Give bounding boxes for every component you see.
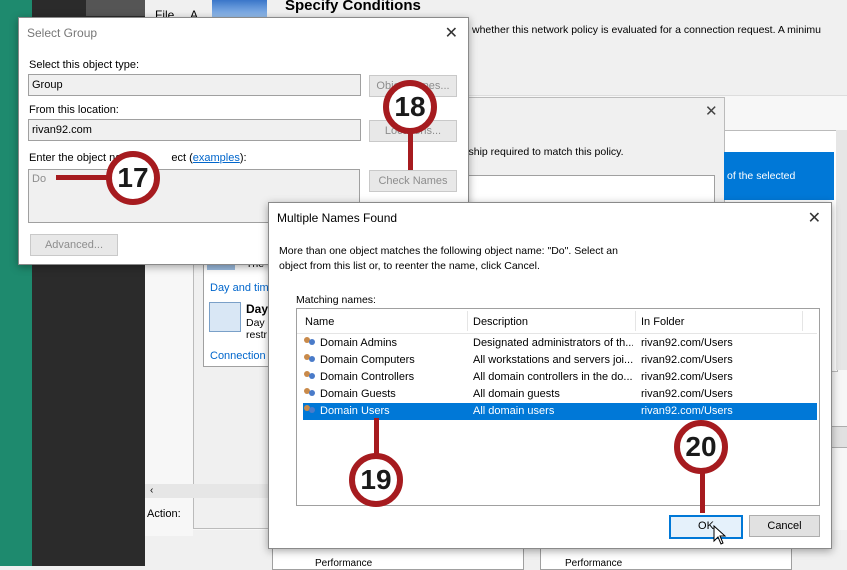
list-item-name-cell: Domain Users [303, 403, 469, 420]
bg-day-title: Day [246, 302, 269, 316]
enter-label-part-c: ): [239, 152, 247, 164]
object-type-label: Select this object type: [29, 59, 140, 71]
list-item-name: Domain Admins [320, 337, 398, 349]
bg-mid-text: rship required to match this policy. [465, 146, 624, 158]
list-item-name: Domain Users [320, 405, 390, 417]
callout-17-pointer [56, 175, 112, 180]
column-header-description[interactable]: Description [473, 316, 528, 328]
list-item-folder: rivan92.com/Users [641, 388, 733, 400]
examples-link[interactable]: examples [193, 152, 240, 164]
mouse-cursor-icon [713, 525, 727, 545]
group-icon [303, 354, 317, 366]
bg-bottom-text-b: Performance [565, 558, 623, 569]
list-item-folder: rivan92.com/Users [641, 337, 733, 349]
object-names-value: Do [32, 173, 47, 185]
list-item-name-cell: Domain Guests [303, 386, 469, 403]
bg-selected-text: of the selected [727, 170, 796, 182]
close-icon[interactable]: ✕ [445, 23, 458, 43]
object-type-field: Group [28, 74, 361, 96]
page-heading: Specify Conditions [285, 0, 421, 14]
bg-day-desc1: Day [246, 317, 265, 329]
list-item-name: Domain Guests [320, 388, 396, 400]
list-item[interactable]: Domain Controllers All domain controller… [303, 369, 817, 386]
enter-label-part-a: Enter the object na [29, 152, 122, 164]
list-item-description: Designated administrators of th... [473, 337, 633, 349]
list-item-name-cell: Domain Admins [303, 335, 469, 352]
list-item-folder: rivan92.com/Users [641, 354, 733, 366]
column-divider[interactable] [635, 311, 636, 331]
column-header-name[interactable]: Name [305, 316, 334, 328]
column-header-folder[interactable]: In Folder [641, 316, 684, 328]
check-names-button[interactable]: Check Names [369, 170, 457, 192]
group-icon [303, 405, 317, 417]
multiple-names-title: Multiple Names Found [277, 211, 398, 225]
bg-scroll-left-icon[interactable]: ‹ [150, 485, 153, 496]
list-item-selected[interactable]: Domain Users All domain users rivan92.co… [303, 403, 817, 420]
bg-scrollbar[interactable] [836, 130, 847, 370]
list-item-description: All domain controllers in the do... [473, 371, 633, 383]
list-item-description: All domain users [473, 405, 555, 417]
list-item[interactable]: Domain Guests All domain guests rivan92.… [303, 386, 817, 403]
group-icon [303, 371, 317, 383]
matching-names-label: Matching names: [296, 294, 376, 306]
list-item-description: All domain guests [473, 388, 560, 400]
list-item-folder: rivan92.com/Users [641, 405, 733, 417]
list-item-name: Domain Computers [320, 354, 415, 366]
list-item[interactable]: Domain Computers All workstations and se… [303, 352, 817, 369]
bg-hscroll[interactable] [145, 484, 270, 498]
bg-day-desc2: restr [246, 329, 267, 341]
callout-18: 18 [383, 80, 437, 134]
bg-action-label: Action: [147, 508, 181, 520]
callout-17: 17 [106, 151, 160, 205]
callout-19: 19 [349, 453, 403, 507]
select-group-titlebar: Select Group ✕ [19, 18, 468, 48]
column-divider[interactable] [802, 311, 803, 331]
multiple-names-dialog: Multiple Names Found ✕ More than one obj… [268, 202, 832, 549]
column-divider[interactable] [467, 311, 468, 331]
left-light-panel [86, 0, 146, 16]
calendar-icon [209, 302, 241, 332]
enter-label-part-b: ect ( [171, 152, 193, 164]
list-item-folder: rivan92.com/Users [641, 371, 733, 383]
list-header: Name Description In Folder [297, 309, 817, 334]
group-icon [303, 388, 317, 400]
group-icon [303, 337, 317, 349]
list-item-description: All workstations and servers joi... [473, 354, 633, 366]
location-label: From this location: [29, 104, 119, 116]
list-item-name: Domain Controllers [320, 371, 415, 383]
callout-19-pointer [374, 418, 379, 458]
location-field: rivan92.com [28, 119, 361, 141]
list-item-name-cell: Domain Computers [303, 352, 469, 369]
close-icon[interactable]: ✕ [808, 208, 821, 228]
bg-bottom-box-a [272, 548, 524, 570]
wizard-icon [212, 0, 267, 18]
advanced-button[interactable]: Advanced... [30, 234, 118, 256]
callout-18-pointer [408, 130, 413, 170]
multiple-names-titlebar: Multiple Names Found ✕ [269, 203, 831, 233]
link-connection[interactable]: Connection [210, 350, 266, 362]
callout-20: 20 [674, 420, 728, 474]
cancel-button[interactable]: Cancel [749, 515, 820, 537]
message-text: More than one object matches the followi… [279, 245, 618, 272]
list-item[interactable]: Domain Admins Designated administrators … [303, 335, 817, 352]
link-day-time[interactable]: Day and tim [210, 282, 269, 294]
ok-button[interactable]: OK [669, 515, 743, 539]
bg-close-icon[interactable]: ✕ [705, 102, 718, 120]
heading-description: whether this network policy is evaluated… [472, 24, 822, 36]
list-item-name-cell: Domain Controllers [303, 369, 469, 386]
select-group-title: Select Group [27, 26, 98, 40]
bg-bottom-text-a: Performance [315, 558, 373, 569]
